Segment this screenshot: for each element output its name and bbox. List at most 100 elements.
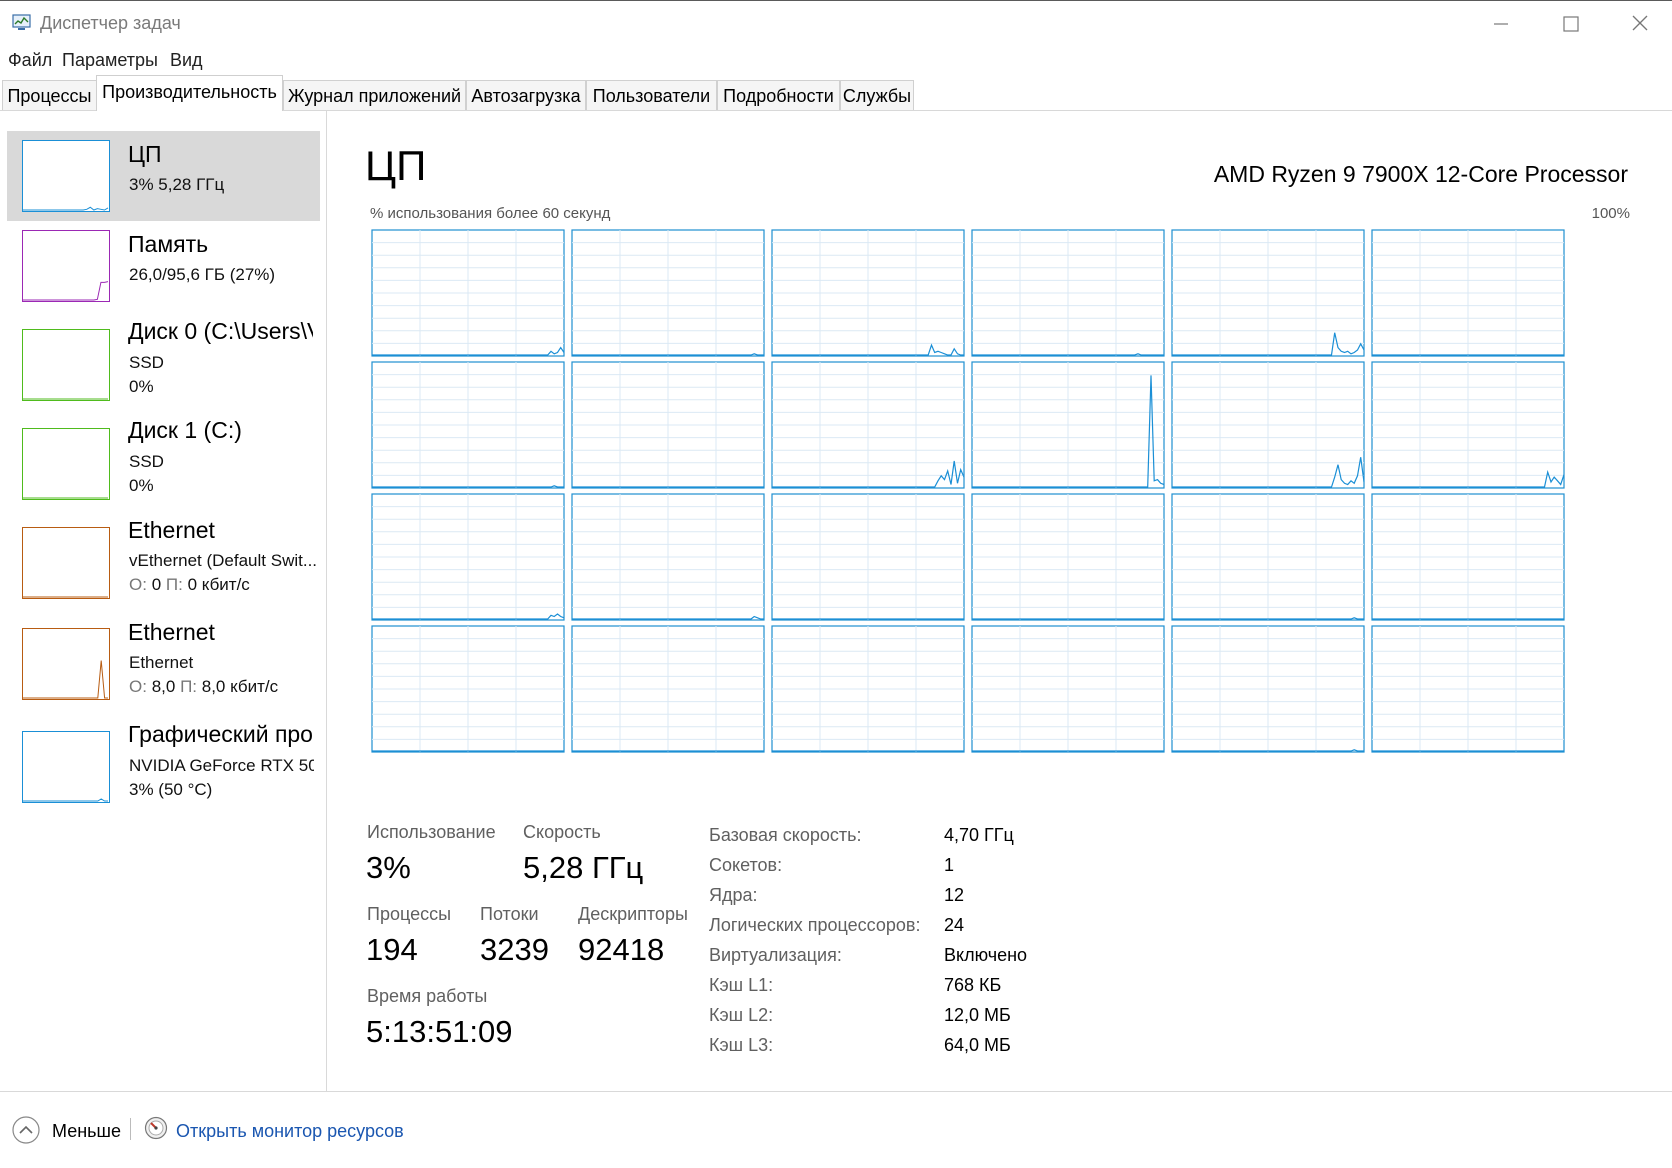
cpu-core-graph <box>771 229 965 357</box>
cpu-core-graph <box>1171 625 1365 753</box>
maximize-button[interactable] <box>1542 7 1598 41</box>
resource-monitor-icon <box>144 1116 168 1140</box>
menu-options[interactable]: Параметры <box>62 50 158 71</box>
task-manager-icon <box>12 14 31 30</box>
open-resource-monitor-link[interactable]: Открыть монитор ресурсов <box>176 1121 404 1142</box>
close-button[interactable] <box>1612 7 1668 41</box>
cpu-core-graph <box>571 361 765 489</box>
resource-sparkline-line <box>23 660 108 699</box>
cpu-core-graph <box>771 493 965 621</box>
tab-bar: Процессы Производительность Журнал прило… <box>0 75 1672 111</box>
resource-detail: SSD <box>129 353 164 372</box>
processes-label: Процессы <box>367 904 452 924</box>
cpu-core-graph <box>1371 625 1565 753</box>
spec-label: Логических процессоров: <box>709 915 921 935</box>
resource-sparkline <box>23 798 108 802</box>
cpu-model-name: AMD Ryzen 9 7900X 12-Core Processor <box>1213 161 1628 187</box>
send-value: 8,0 <box>151 677 176 696</box>
resource-detail-2: О: 0 П: 0 кбит/с <box>129 575 250 595</box>
resource-sparkline <box>23 497 108 499</box>
tab-details[interactable]: Подробности <box>717 80 840 110</box>
cpu-core-graph <box>371 361 565 489</box>
resource-thumb <box>22 731 110 803</box>
fewer-details-label: Меньше <box>52 1121 121 1141</box>
cpu-core-graph <box>1371 229 1565 357</box>
spec-value: 768 КБ <box>944 975 1002 995</box>
resource-detail-2: 0% <box>129 476 154 495</box>
title-bar: Диспетчер задач <box>0 0 1672 47</box>
resource-name: Диск 0 (C:\Users\V <box>128 318 313 344</box>
resource-disk-0[interactable]: Диск 0 (C:\Users\V SSD 0% <box>7 313 320 413</box>
tab-startup[interactable]: Автозагрузка <box>466 80 586 110</box>
processes-value: 194 <box>366 932 418 967</box>
receive-label: П: <box>180 677 198 696</box>
resource-ethernet-vethernet[interactable]: Ethernet vEthernet (Default Swit... О: 0… <box>7 513 320 613</box>
spec-label: Базовая скорость: <box>709 825 862 845</box>
tab-services[interactable]: Службы <box>840 80 914 110</box>
resource-thumb <box>22 628 110 700</box>
cpu-core-graph <box>771 625 965 753</box>
resource-memory[interactable]: Память 26,0/95,6 ГБ (27%) <box>7 222 320 312</box>
resource-thumb <box>22 230 110 302</box>
tab-processes[interactable]: Процессы <box>2 80 97 110</box>
tab-users[interactable]: Пользователи <box>586 80 717 110</box>
resource-thumb <box>22 140 110 212</box>
spec-label: Виртуализация: <box>709 945 842 965</box>
resource-name: Ethernet <box>128 517 215 543</box>
send-label: О: <box>129 677 147 696</box>
cpu-core-graph <box>571 229 765 357</box>
resource-thumb <box>22 428 110 500</box>
resource-list: ЦП 3% 5,28 ГГц Память 26,0/95,6 ГБ (27%)… <box>0 111 327 1091</box>
resource-name: Графический проц <box>128 721 313 747</box>
speed-label: Скорость <box>523 822 601 842</box>
resource-detail-2: 0% <box>129 377 154 396</box>
cpu-core-graph <box>1171 229 1365 357</box>
minimize-icon <box>1494 23 1508 25</box>
spec-value: 64,0 МБ <box>944 1035 1011 1055</box>
window-title: Диспетчер задач <box>40 13 181 33</box>
resource-thumb <box>22 329 110 401</box>
resource-name: ЦП <box>128 141 162 167</box>
handles-label: Дескрипторы <box>578 904 688 924</box>
usage-label: Использование <box>367 822 496 842</box>
resource-detail: 3% 5,28 ГГц <box>129 175 225 194</box>
cpu-core-graph <box>971 229 1165 357</box>
menu-file[interactable]: Файл <box>8 50 52 71</box>
resource-ethernet[interactable]: Ethernet Ethernet О: 8,0 П: 8,0 кбит/с <box>7 616 320 716</box>
resource-detail-2: О: 8,0 П: 8,0 кбит/с <box>129 677 278 697</box>
footer: Меньше Открыть монитор ресурсов <box>0 1091 1672 1168</box>
resource-sparkline <box>23 398 108 400</box>
cpu-core-graph <box>371 229 565 357</box>
spec-value: 12,0 МБ <box>944 1005 1011 1025</box>
cpu-core-graph <box>571 493 765 621</box>
page-title: ЦП <box>365 142 427 189</box>
spec-label: Ядра: <box>709 885 758 905</box>
cpu-core-graph <box>1171 361 1365 489</box>
chevron-up-circle-icon <box>12 1116 40 1144</box>
resource-cpu[interactable]: ЦП 3% 5,28 ГГц <box>7 131 320 221</box>
tab-app-history[interactable]: Журнал приложений <box>283 80 466 110</box>
usage-value: 3% <box>366 850 411 885</box>
graph-caption: % использования более 60 секунд <box>370 205 611 222</box>
resource-detail-2: 3% (50 °C) <box>129 780 213 799</box>
cpu-core-graph <box>1371 361 1565 489</box>
cpu-core-graph <box>571 625 765 753</box>
cpu-core-graph <box>971 493 1165 621</box>
resource-disk-1[interactable]: Диск 1 (C:) SSD 0% <box>7 413 320 513</box>
resource-gpu[interactable]: Графический проц NVIDIA GeForce RTX 509 … <box>7 721 320 821</box>
cpu-core-graph <box>1171 493 1365 621</box>
cpu-core-graph <box>971 361 1165 489</box>
cpu-core-graph <box>371 625 565 753</box>
resource-detail: Ethernet <box>129 653 194 672</box>
cpu-core-graph <box>371 493 565 621</box>
menu-view[interactable]: Вид <box>170 50 203 71</box>
spec-label: Сокетов: <box>709 855 783 875</box>
cpu-core-graphs <box>371 229 1565 753</box>
spec-label: Кэш L1: <box>709 975 774 995</box>
resource-sparkline <box>23 206 109 211</box>
spec-value: Включено <box>944 945 1028 965</box>
send-label: О: <box>129 575 147 594</box>
minimize-button[interactable] <box>1472 7 1528 41</box>
menu-bar: Файл Параметры Вид <box>0 47 1672 73</box>
tab-performance[interactable]: Производительность <box>96 75 283 111</box>
